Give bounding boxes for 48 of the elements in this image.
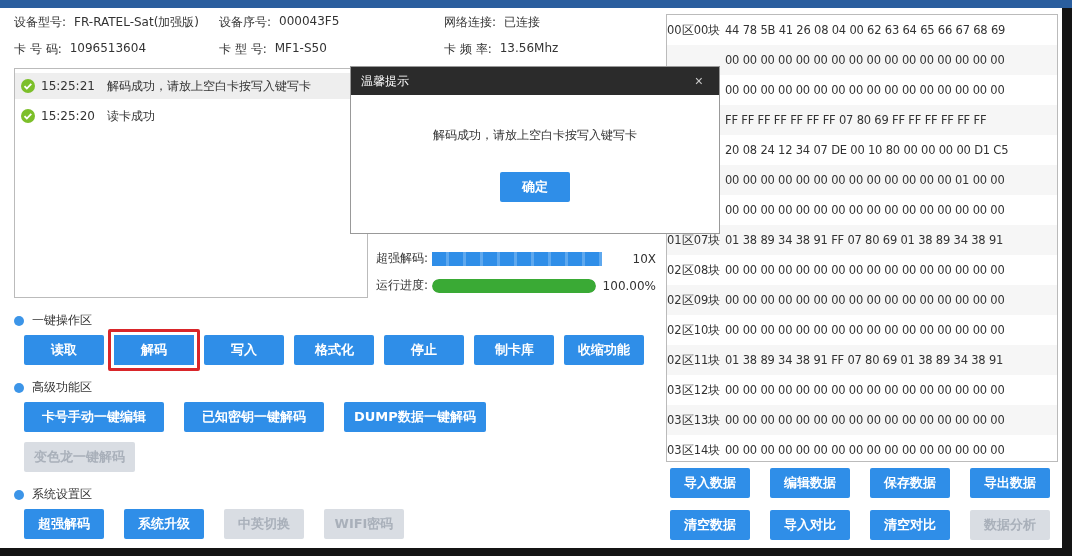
hex-bytes: 00 00 00 00 00 00 00 00 00 00 00 00 00 00 00 00: [725, 263, 1005, 277]
info-label: 设备型号:: [14, 14, 67, 31]
hex-bytes: 00 00 00 00 00 00 00 00 00 00 00 00 00 00 00 00: [725, 53, 1005, 67]
meter-reading: 10X: [632, 251, 656, 266]
info-label: 设备序号:: [219, 14, 272, 31]
block-label: 03区14块: [667, 442, 722, 458]
hex-bytes: 00 00 00 00 00 00 00 00 00 00 00 00 00 00 00 00: [725, 413, 1005, 427]
hex-bytes: 20 08 24 12 34 07 DE 00 10 80 00 00 00 00 D1 C5: [725, 143, 1009, 157]
block-label: 02区08块: [667, 262, 722, 278]
meter-label: 运行进度:: [376, 277, 429, 294]
hex-bytes: 00 00 00 00 00 00 00 00 00 00 00 00 00 01 00 00: [725, 173, 1005, 187]
meter-label: 超强解码:: [376, 250, 429, 267]
block-label: 03区12块: [667, 382, 722, 398]
hex-bytes: 00 00 00 00 00 00 00 00 00 00 00 00 00 00 00 00: [725, 293, 1005, 307]
info-value: FR-RATEL-Sat(加强版): [74, 14, 199, 31]
hex-bytes: 44 78 5B 41 26 08 04 00 62 63 64 65 66 67 68 69: [725, 23, 1006, 37]
log-message: 读卡成功: [106, 107, 155, 125]
dialog-message: 解码成功，请放上空白卡按写入键写卡: [433, 126, 637, 144]
hex-bytes: 01 38 89 34 38 91 FF 07 80 69 01 38 89 34 38 91: [725, 353, 1004, 367]
hex-bytes: 01 38 89 34 38 91 FF 07 80 69 01 38 89 34 38 91: [725, 233, 1004, 247]
info-value: 已连接: [504, 14, 541, 31]
block-label: 02区10块: [667, 322, 722, 338]
block-label: 01区07块: [667, 232, 722, 248]
info-value: 000043F5: [279, 14, 340, 30]
info-value: 1096513604: [69, 41, 147, 57]
block-label: 02区09块: [667, 292, 722, 308]
hex-bytes: FF FF FF FF FF FF FF 07 80 69 FF FF FF FF FF FF: [725, 113, 987, 127]
hex-bytes: 00 00 00 00 00 00 00 00 00 00 00 00 00 00 00 00: [725, 203, 1005, 217]
hex-bytes: 00 00 00 00 00 00 00 00 00 00 00 00 00 00 00 00: [725, 383, 1005, 397]
hex-bytes: 00 00 00 00 00 00 00 00 00 00 00 00 00 00 00 00: [725, 443, 1005, 457]
section-title: 高级功能区: [32, 379, 92, 396]
info-label: 卡 号 码:: [14, 41, 62, 58]
info-label: 网络连接:: [444, 14, 497, 31]
log-message: 解码成功，请放上空白卡按写入键写卡: [106, 77, 311, 95]
section-title: 一键操作区: [32, 312, 92, 329]
log-time: 15:25:21: [41, 79, 95, 93]
hex-bytes: 00 00 00 00 00 00 00 00 00 00 00 00 00 00 00 00: [725, 83, 1005, 97]
block-label: 02区11块: [667, 352, 722, 368]
info-value: MF1-S50: [274, 41, 327, 57]
info-label: 卡 型 号:: [219, 41, 267, 58]
meter-reading: 100.00%: [602, 278, 656, 293]
block-label: 03区13块: [667, 412, 722, 428]
hex-bytes: 00 00 00 00 00 00 00 00 00 00 00 00 00 00 00 00: [725, 323, 1005, 337]
info-label: 卡 频 率:: [444, 41, 492, 58]
log-time: 15:25:20: [41, 109, 95, 123]
info-value: 13.56Mhz: [499, 41, 559, 57]
block-label: 00区00块: [667, 22, 722, 38]
section-title: 系统设置区: [32, 486, 92, 503]
